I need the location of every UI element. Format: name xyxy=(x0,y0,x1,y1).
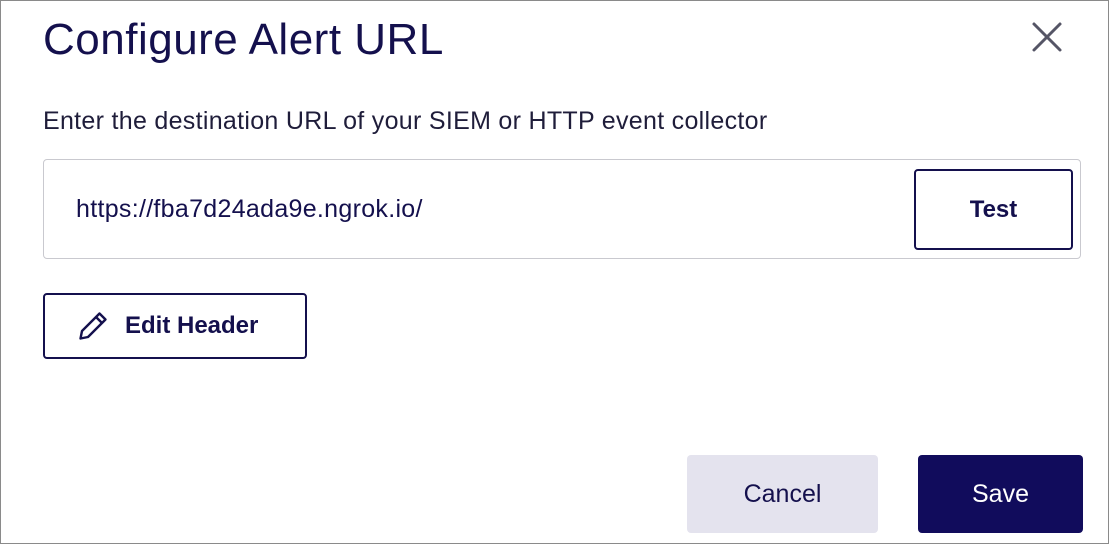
pencil-icon xyxy=(77,310,109,342)
dialog-title: Configure Alert URL xyxy=(43,15,444,64)
edit-header-button[interactable]: Edit Header xyxy=(43,293,307,359)
save-button[interactable]: Save xyxy=(918,455,1083,533)
destination-url-input[interactable] xyxy=(76,190,896,228)
dialog-description: Enter the destination URL of your SIEM o… xyxy=(43,107,768,135)
test-button[interactable]: Test xyxy=(914,169,1073,250)
cancel-button[interactable]: Cancel xyxy=(687,455,878,533)
close-icon xyxy=(1025,15,1069,59)
url-field-container: Test xyxy=(43,159,1081,259)
edit-header-label: Edit Header xyxy=(125,312,259,339)
close-button[interactable] xyxy=(1025,15,1069,59)
configure-alert-url-dialog: Configure Alert URL Enter the destinatio… xyxy=(0,0,1109,544)
